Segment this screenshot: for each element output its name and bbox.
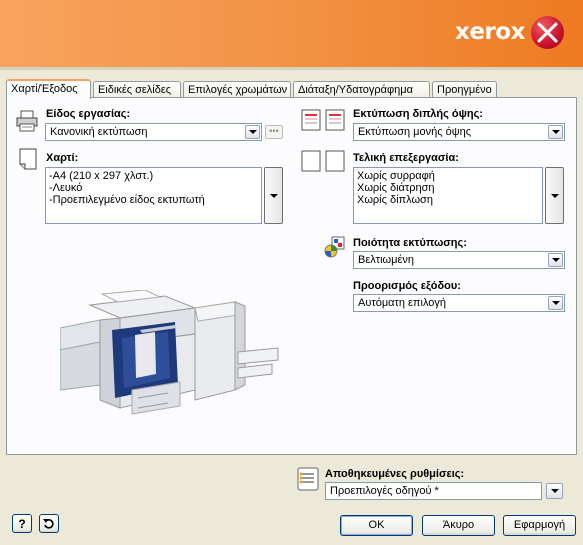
tab-paper-output[interactable]: Χαρτί/Έξοδος xyxy=(6,79,91,99)
list-item: -Λευκό xyxy=(49,182,83,194)
help-button[interactable]: ? xyxy=(12,514,32,533)
header-banner: xerox xyxy=(0,0,583,70)
undo-icon xyxy=(43,518,54,529)
job-type-label: Είδος εργασίας: xyxy=(46,108,131,120)
finishing-options-button[interactable] xyxy=(545,167,564,224)
finishing-summary-list[interactable]: Χωρίς συρραφή Χωρίς διάτρηση Χωρίς δίπλω… xyxy=(353,167,543,224)
xerox-logo-text: xerox xyxy=(455,19,525,45)
print-quality-label: Ποιότητα εκτύπωσης: xyxy=(353,237,467,249)
finishing-label: Τελική επεξεργασία: xyxy=(353,152,459,164)
chevron-down-icon[interactable] xyxy=(245,125,260,139)
tab-special-pages[interactable]: Ειδικές σελίδες xyxy=(93,81,181,98)
tab-layout-watermark[interactable]: Διάταξη/Υδατογράφημα xyxy=(293,81,430,98)
chevron-down-icon xyxy=(269,193,278,198)
finishing-pages-icon xyxy=(301,150,345,172)
tab-advanced[interactable]: Προηγμένο xyxy=(432,81,497,98)
saved-settings-select[interactable]: Προεπιλογές οδηγού * xyxy=(325,482,542,500)
saved-settings-dropdown-button[interactable] xyxy=(546,483,563,499)
duplex-select[interactable]: Εκτύπωση μονής όψης xyxy=(353,123,565,141)
tab-color-options[interactable]: Επιλογές χρωμάτων xyxy=(183,81,291,98)
job-type-value: Κανονική εκτύπωση xyxy=(50,126,148,138)
cancel-button[interactable]: Άκυρο xyxy=(422,515,495,536)
output-destination-value: Αυτόματη επιλογή xyxy=(358,297,447,309)
chevron-down-icon xyxy=(550,193,559,198)
output-destination-select[interactable]: Αυτόματη επιλογή xyxy=(353,294,565,312)
output-destination-label: Προορισμός εξόδου: xyxy=(353,280,461,292)
printer-icon xyxy=(16,110,38,132)
list-item: -A4 (210 x 297 χλστ.) xyxy=(49,170,154,182)
job-type-select[interactable]: Κανονική εκτύπωση xyxy=(45,123,262,141)
list-item: Χωρίς συρραφή xyxy=(357,170,435,182)
help-icon: ? xyxy=(18,516,26,531)
list-item: Χωρίς διάτρηση xyxy=(357,182,435,194)
saved-settings-label: Αποθηκευμένες ρυθμίσεις: xyxy=(325,468,465,480)
ok-button[interactable]: OK xyxy=(340,515,413,536)
paper-summary-list[interactable]: -A4 (210 x 297 χλστ.) -Λευκό -Προεπιλεγμ… xyxy=(45,167,262,224)
printer-device-illustration xyxy=(60,290,279,415)
xerox-logo-icon xyxy=(531,16,564,49)
print-quality-select[interactable]: Βελτιωμένη xyxy=(353,251,565,269)
chevron-down-icon[interactable] xyxy=(548,125,563,139)
list-item: -Προεπιλεγμένο είδος εκτυπωτή xyxy=(49,194,205,206)
chevron-down-icon[interactable] xyxy=(548,253,563,267)
print-quality-icon xyxy=(324,236,345,258)
saved-settings-value: Προεπιλογές οδηγού * xyxy=(330,485,439,497)
restore-defaults-button[interactable] xyxy=(39,514,59,533)
apply-button[interactable]: Εφαρμογή xyxy=(503,515,576,536)
paper-label: Χαρτί: xyxy=(46,152,79,164)
chevron-down-icon[interactable] xyxy=(548,296,563,310)
paper-options-button[interactable] xyxy=(264,167,283,224)
saved-settings-icon xyxy=(297,467,319,491)
job-type-more-button[interactable]: ••• xyxy=(265,125,283,139)
paper-icon xyxy=(19,148,37,170)
chevron-down-icon xyxy=(550,489,559,493)
duplex-pages-icon xyxy=(301,109,345,131)
duplex-value: Εκτύπωση μονής όψης xyxy=(358,126,471,138)
list-item: Χωρίς δίπλωση xyxy=(357,194,433,206)
duplex-label: Εκτύπωση διπλής όψης: xyxy=(353,108,483,120)
print-quality-value: Βελτιωμένη xyxy=(358,254,414,266)
